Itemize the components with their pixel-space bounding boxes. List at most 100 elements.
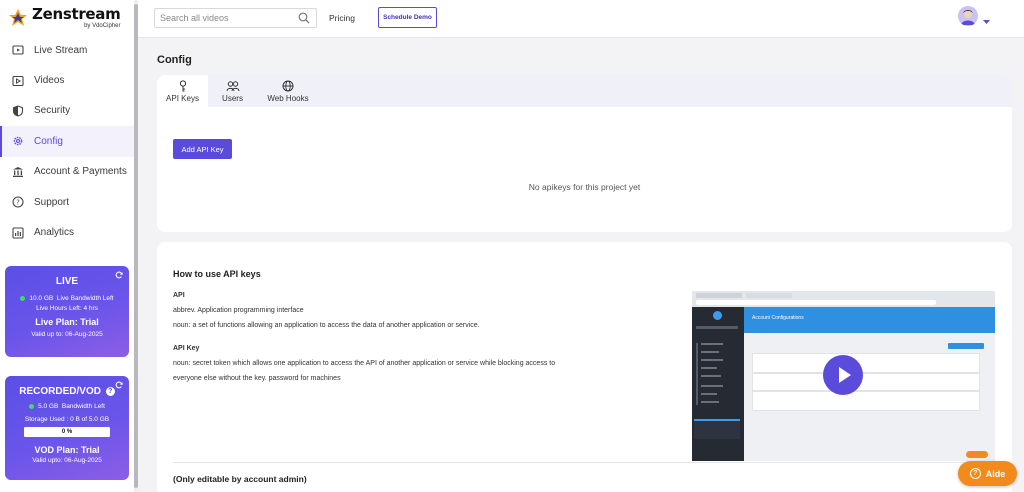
- section-title: How to use API keys: [173, 269, 261, 279]
- definition-term: API: [173, 289, 185, 304]
- definition-text: everyone else without the key. password …: [173, 375, 341, 382]
- sidebar: Zenstream by VdoCipher Live Stream Video…: [0, 0, 138, 492]
- avatar[interactable]: [958, 6, 978, 26]
- svg-text:?: ?: [16, 199, 20, 207]
- page-title: Config: [157, 54, 192, 66]
- vod-plan-valid: Valid upto: 06-Aug-2025: [32, 457, 102, 464]
- aide-help-button[interactable]: ? Aide: [958, 461, 1017, 486]
- api-help-card: How to use API keys API abbrev. Applicat…: [157, 242, 1012, 492]
- video-table-header: [752, 353, 980, 373]
- gear-icon: [11, 135, 24, 148]
- pricing-link[interactable]: Pricing: [329, 13, 355, 23]
- live-plan-valid: Valid up to: 06-Aug-2025: [31, 331, 103, 338]
- brand-name: Zenstream: [32, 5, 121, 23]
- vod-plan-title-text: RECORDED/VOD: [19, 386, 101, 397]
- sidebar-item-live-stream[interactable]: Live Stream: [0, 35, 134, 65]
- live-plan-card: LIVE 10.0 GB Live Bandwidth Left Live Ho…: [5, 266, 129, 357]
- vod-storage: Storage Used : 0 B of 5.0 GB: [24, 416, 110, 423]
- video-browser-chrome: [692, 291, 995, 307]
- vod-bandwidth-value: 5.0 GB: [38, 403, 59, 410]
- tab-label: Web Hooks: [267, 93, 309, 103]
- apikey-term: API Key: [173, 345, 200, 352]
- aide-label: Aide: [985, 468, 1006, 479]
- api-term: API: [173, 292, 185, 299]
- search-input[interactable]: [160, 9, 290, 27]
- vod-plan-name: VOD Plan: Trial: [34, 445, 100, 455]
- live-bandwidth-label: Live Bandwidth Left: [56, 295, 114, 302]
- tutorial-video[interactable]: Account Configurations: [692, 291, 995, 461]
- globe-icon: [282, 80, 294, 92]
- add-api-key-button[interactable]: Add API Key: [173, 139, 232, 159]
- video-banner: Account Configurations: [744, 307, 995, 333]
- admin-note: (Only editable by account admin): [173, 474, 307, 484]
- sidebar-item-videos[interactable]: Videos: [0, 65, 134, 95]
- shield-icon: [11, 104, 24, 117]
- vod-bandwidth-label: Bandwidth Left: [61, 403, 105, 410]
- config-tabs: API Keys Users Web Hooks: [157, 75, 1012, 107]
- live-stream-icon: [11, 44, 24, 57]
- live-plan-title: LIVE: [55, 276, 79, 287]
- status-dot-icon: [20, 295, 26, 301]
- sidebar-item-label: Support: [34, 196, 70, 208]
- sidebar-item-label: Config: [34, 135, 63, 147]
- play-button-icon[interactable]: [823, 355, 863, 395]
- live-bandwidth-value: 10.0 GB: [29, 295, 54, 302]
- help-icon: ?: [11, 196, 24, 209]
- live-plan-name: Live Plan: Trial: [35, 317, 99, 327]
- sidebar-item-label: Videos: [34, 75, 65, 87]
- video-main-area: Account Configurations: [744, 307, 995, 461]
- sidebar-item-label: Security: [34, 105, 71, 117]
- schedule-demo-button[interactable]: Schedule Demo: [378, 7, 437, 28]
- help-icon[interactable]: ?: [105, 387, 115, 396]
- sidebar-nav: Live Stream Videos Security Config Accou…: [0, 35, 134, 248]
- top-bar: Pricing Schedule Demo: [138, 0, 1024, 38]
- video-table-row: [752, 391, 980, 411]
- zenstream-logo-icon: [8, 8, 28, 28]
- live-bandwidth: 10.0 GB Live Bandwidth Left: [5, 295, 129, 302]
- section-divider: [173, 462, 996, 463]
- definition-text: noun: a set of functions allowing an app…: [173, 322, 480, 329]
- vod-plan-card: RECORDED/VOD ? 5.0 GB Bandwidth Left Sto…: [5, 376, 129, 480]
- definition-text: noun: secret token which allows one appl…: [173, 360, 556, 367]
- definition-text: abbrev. Application programming interfac…: [173, 307, 304, 314]
- tab-label: Users: [222, 93, 243, 103]
- refresh-icon[interactable]: [115, 271, 123, 281]
- video-table-row: [752, 373, 980, 391]
- help-icon: ?: [969, 468, 981, 479]
- tab-label: API Keys: [166, 93, 199, 103]
- sidebar-item-label: Live Stream: [34, 44, 88, 56]
- tab-web-hooks[interactable]: Web Hooks: [257, 75, 319, 107]
- videos-icon: [11, 74, 24, 87]
- sidebar-item-config[interactable]: Config: [0, 126, 134, 157]
- sidebar-item-label: Account & Payments: [34, 166, 127, 178]
- brand-logo[interactable]: Zenstream by VdoCipher: [8, 5, 121, 29]
- sidebar-item-security[interactable]: Security: [0, 96, 134, 126]
- sidebar-item-label: Analytics: [34, 227, 75, 239]
- brand-subtitle: by VdoCipher: [84, 23, 121, 29]
- status-dot-icon: [29, 403, 35, 409]
- video-sidebar: [692, 307, 744, 461]
- search-box: [154, 8, 317, 28]
- sidebar-item-support[interactable]: ? Support: [0, 187, 134, 217]
- vod-plan-title: RECORDED/VOD ?: [5, 386, 129, 397]
- sidebar-scroll-thumb[interactable]: [134, 4, 138, 488]
- sidebar-item-account-payments[interactable]: Account & Payments: [0, 157, 134, 187]
- vod-bandwidth: 5.0 GB Bandwidth Left: [5, 403, 129, 410]
- storage-progress-bar: 0 %: [24, 427, 110, 437]
- storage-progress-label: 0 %: [61, 429, 73, 435]
- chevron-down-icon[interactable]: [983, 14, 990, 28]
- bank-icon: [11, 165, 24, 178]
- video-heading: Account Configurations: [752, 315, 804, 321]
- users-icon: [226, 80, 240, 92]
- empty-state-message: No apikeys for this project yet: [528, 182, 641, 192]
- refresh-icon[interactable]: [115, 381, 123, 391]
- analytics-icon: [11, 226, 24, 239]
- live-hours: Live Hours Left: 4 hrs: [36, 305, 98, 312]
- key-icon: [178, 79, 188, 92]
- tab-users[interactable]: Users: [208, 75, 257, 107]
- config-card: API Keys Users Web Hooks Add API Key No …: [157, 75, 1012, 232]
- sidebar-item-analytics[interactable]: Analytics: [0, 217, 134, 247]
- definition-term: API Key: [173, 342, 199, 357]
- search-icon[interactable]: [298, 12, 310, 27]
- tab-api-keys[interactable]: API Keys: [157, 75, 208, 107]
